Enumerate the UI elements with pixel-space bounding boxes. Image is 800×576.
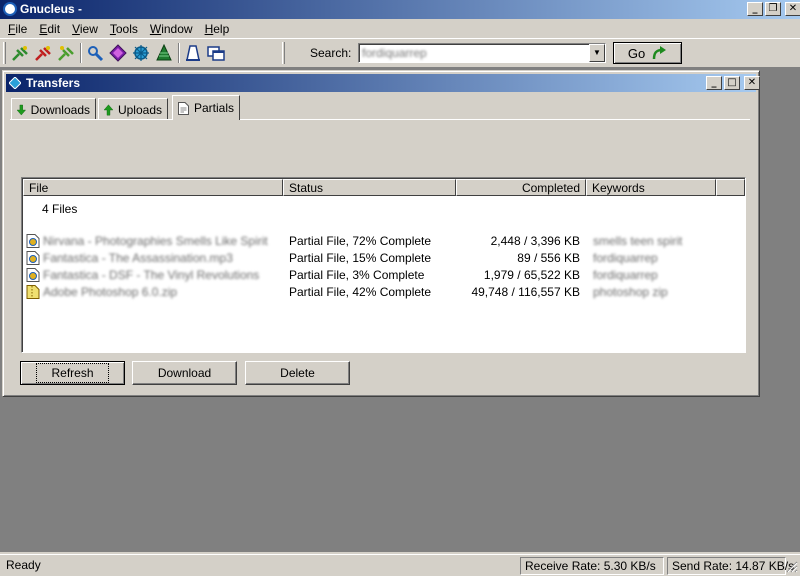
column-header-status[interactable]: Status bbox=[283, 179, 456, 196]
diamond-gem-icon[interactable] bbox=[109, 44, 127, 62]
chat-tower-icon[interactable] bbox=[184, 44, 202, 62]
row-status: Partial File, 42% Complete bbox=[289, 285, 432, 299]
tab-downloads-label: Downloads bbox=[30, 102, 90, 117]
row-keywords: photoshop zip bbox=[593, 285, 668, 299]
go-button[interactable]: Go bbox=[613, 42, 682, 64]
audio-file-icon bbox=[26, 251, 40, 265]
tab-uploads[interactable]: Uploads bbox=[98, 98, 168, 120]
transfers-window-icon[interactable] bbox=[9, 77, 21, 89]
table-row[interactable]: Fantastica - The Assassination.mp3 Parti… bbox=[23, 250, 743, 267]
search-input-value: fordiquarrep bbox=[362, 46, 427, 60]
row-status: Partial File, 15% Complete bbox=[289, 251, 432, 265]
tab-partials-label: Partials bbox=[193, 101, 234, 115]
column-header-filler bbox=[716, 179, 745, 196]
tab-uploads-label: Uploads bbox=[117, 102, 162, 117]
go-arrow-icon bbox=[652, 46, 667, 60]
row-file-name: Fantastica - DSF - The Vinyl Revolutions bbox=[43, 268, 260, 282]
restore-button[interactable]: ❐ bbox=[765, 2, 781, 16]
menu-file[interactable]: File bbox=[2, 22, 33, 36]
tab-panel-edge bbox=[10, 119, 750, 120]
send-rate: Send Rate: 14.87 KB/s bbox=[667, 557, 794, 575]
menu-help[interactable]: Help bbox=[199, 22, 236, 36]
app-title: Gnucleus - bbox=[20, 2, 83, 16]
disconnect-icon[interactable] bbox=[34, 44, 52, 62]
status-bar: Ready Receive Rate: 5.30 KB/s Send Rate:… bbox=[0, 554, 800, 576]
partial-document-icon bbox=[178, 101, 189, 115]
toolbar-grip[interactable] bbox=[282, 42, 285, 64]
row-status: Partial File, 3% Complete bbox=[289, 268, 425, 282]
archive-file-icon bbox=[26, 285, 40, 299]
tree-cluster-icon[interactable] bbox=[155, 44, 173, 62]
row-file-name: Adobe Photoshop 6.0.zip bbox=[43, 285, 178, 299]
menu-tools[interactable]: Tools bbox=[104, 22, 144, 36]
delete-button[interactable]: Delete bbox=[245, 361, 350, 385]
column-header-keywords[interactable]: Keywords bbox=[586, 179, 716, 196]
child-window-controls: _ □ ✕ bbox=[706, 76, 760, 90]
refresh-button-label: Refresh bbox=[36, 363, 109, 383]
close-button[interactable]: ✕ bbox=[744, 76, 760, 90]
table-row[interactable]: Fantastica - DSF - The Vinyl Revolutions… bbox=[23, 267, 743, 284]
menu-window[interactable]: Window bbox=[144, 22, 199, 36]
toolbar-separator bbox=[80, 43, 82, 63]
transfers-titlebar[interactable]: Transfers _ □ ✕ bbox=[6, 74, 760, 92]
menu-bar: File Edit View Tools Window Help bbox=[0, 19, 800, 38]
maximize-button[interactable]: □ bbox=[724, 76, 740, 90]
row-file-name: Fantastica - The Assassination.mp3 bbox=[43, 251, 233, 265]
chevron-down-icon[interactable]: ▼ bbox=[589, 44, 605, 62]
toolbar-grip[interactable] bbox=[3, 42, 6, 64]
resize-grip-icon[interactable] bbox=[786, 561, 798, 573]
status-text: Ready bbox=[6, 558, 41, 572]
table-row[interactable]: Nirvana - Photographies Smells Like Spir… bbox=[23, 233, 743, 250]
download-button-label: Download bbox=[157, 366, 212, 380]
go-button-label: Go bbox=[627, 45, 646, 61]
refresh-button[interactable]: Refresh bbox=[20, 361, 125, 385]
row-file-name: Nirvana - Photographies Smells Like Spir… bbox=[43, 234, 268, 248]
arrow-down-icon bbox=[17, 104, 26, 115]
arrow-up-icon bbox=[104, 103, 113, 115]
partials-list[interactable]: File Status Completed Keywords 4 Files N… bbox=[21, 177, 746, 353]
download-button[interactable]: Download bbox=[132, 361, 237, 385]
row-completed: 1,979 / 65,522 KB bbox=[483, 268, 580, 282]
row-completed: 49,748 / 116,557 KB bbox=[471, 285, 580, 299]
search-input[interactable]: fordiquarrep ▼ bbox=[358, 43, 606, 63]
row-keywords: fordiquarrep bbox=[593, 251, 658, 265]
connect-icon[interactable] bbox=[11, 44, 29, 62]
transfers-title: Transfers bbox=[26, 76, 81, 90]
minimize-button[interactable]: _ bbox=[747, 2, 763, 16]
search-label: Search: bbox=[310, 46, 352, 60]
column-header-completed[interactable]: Completed bbox=[456, 179, 586, 196]
menu-view[interactable]: View bbox=[66, 22, 104, 36]
menu-edit[interactable]: Edit bbox=[33, 22, 66, 36]
minimize-button[interactable]: _ bbox=[706, 76, 722, 90]
file-count: 4 Files bbox=[42, 202, 78, 216]
network-gear-icon[interactable] bbox=[132, 44, 150, 62]
gnucleus-app-icon[interactable] bbox=[3, 2, 17, 16]
window-controls: _ ❐ ✕ bbox=[747, 2, 800, 16]
row-completed: 89 / 556 KB bbox=[517, 251, 580, 265]
row-status: Partial File, 72% Complete bbox=[289, 234, 432, 248]
search-network-icon[interactable] bbox=[86, 44, 104, 62]
audio-file-icon bbox=[26, 234, 40, 248]
receive-rate: Receive Rate: 5.30 KB/s bbox=[520, 557, 664, 575]
tab-partials[interactable]: Partials bbox=[172, 95, 240, 120]
app-titlebar[interactable]: Gnucleus - _ ❐ ✕ bbox=[0, 0, 800, 19]
close-button[interactable]: ✕ bbox=[785, 2, 800, 16]
audio-file-icon bbox=[26, 268, 40, 282]
delete-button-label: Delete bbox=[280, 366, 315, 380]
row-keywords: smells teen spirit bbox=[593, 234, 683, 248]
connect-servers-icon[interactable] bbox=[57, 44, 75, 62]
windows-icon[interactable] bbox=[207, 44, 225, 62]
tab-downloads[interactable]: Downloads bbox=[11, 98, 96, 120]
row-keywords: fordiquarrep bbox=[593, 268, 658, 282]
toolbar-separator bbox=[178, 43, 180, 63]
table-row[interactable]: Adobe Photoshop 6.0.zip Partial File, 42… bbox=[23, 284, 743, 301]
row-completed: 2,448 / 3,396 KB bbox=[490, 234, 580, 248]
column-header-file[interactable]: File bbox=[23, 179, 283, 196]
